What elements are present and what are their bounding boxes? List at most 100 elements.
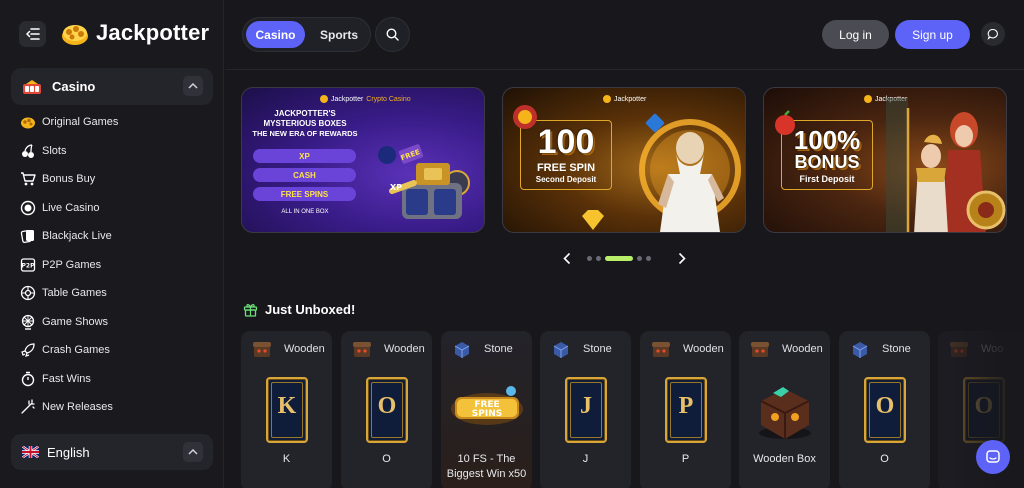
sparkle-icon (20, 399, 36, 415)
sidebar-item-blackjack-live[interactable]: Blackjack Live (20, 222, 215, 251)
svg-text:XP: XP (390, 183, 402, 192)
sidebar-item-label: Table Games (42, 287, 107, 300)
casino-icon (23, 79, 41, 94)
sidebar-item-label: P2P Games (42, 258, 102, 271)
sidebar-item-fast-wins[interactable]: Fast Wins (20, 365, 215, 394)
casino-collapse-button[interactable] (183, 76, 203, 96)
cherries-icon (20, 143, 36, 159)
tab-sports[interactable]: Sports (309, 21, 369, 48)
banner-pill-cash: CASH (253, 168, 356, 182)
chevron-right-icon (678, 252, 686, 264)
sidebar-item-live-casino[interactable]: Live Casino (20, 194, 215, 223)
just-unboxed-heading: Just Unboxed! (243, 302, 355, 317)
gold-gem-icon (582, 210, 604, 230)
banner-mysterious-boxes[interactable]: Jackpotter Crypto Casino JACKPOTTER'S MY… (241, 87, 485, 233)
unboxed-card[interactable]: Wooden P P (640, 331, 731, 488)
tarot-card-icon: P (665, 377, 707, 443)
bonus-line-1: BONUS (794, 152, 860, 172)
signup-button[interactable]: Sign up (895, 20, 970, 49)
carousel-dot[interactable] (587, 256, 592, 261)
carousel-dot[interactable] (646, 256, 651, 261)
sidebar-item-label: Crash Games (42, 344, 110, 357)
original-games-icon (20, 114, 36, 130)
tarot-card-icon: K (266, 377, 308, 443)
carousel-prev-button[interactable] (560, 251, 574, 265)
box-type-label: Wooden (384, 343, 425, 355)
sidebar-item-bonus-buy[interactable]: Bonus Buy (20, 165, 215, 194)
brand-logo[interactable]: Jackpotter (60, 18, 209, 48)
sidebar-item-crash-games[interactable]: Crash Games (20, 336, 215, 365)
unboxed-cards-row: Wooden K K Wooden O O Stone FREE SPINS 1… (241, 331, 1024, 488)
box-type-label: Wooden (683, 343, 724, 355)
wooden-box-icon (950, 342, 968, 357)
sidebar-item-original-games[interactable]: Original Games (20, 108, 215, 137)
brand-mini-logo-icon (603, 95, 611, 103)
free-spins-prize-icon: FREE SPINS (451, 386, 523, 425)
wooden-box-icon (353, 342, 371, 357)
search-icon (386, 28, 399, 41)
sidebar-item-label: Fast Wins (42, 372, 91, 385)
unboxed-card[interactable]: Wooden O O (341, 331, 432, 488)
stone-box-icon (454, 342, 470, 358)
brand-mini-logo-icon (320, 95, 328, 103)
svg-text:P2P: P2P (22, 262, 36, 269)
wooden-box-icon (751, 342, 769, 357)
warrior-women-icon (886, 98, 1006, 232)
banner-bonus-first-deposit[interactable]: Jackpotter 100% BONUS First Deposit (763, 87, 1007, 233)
live-icon (20, 200, 36, 216)
box-type-label: Stone (583, 343, 612, 355)
treasure-chest-icon: FREE XP (378, 144, 470, 219)
tarot-card-icon: O (366, 377, 408, 443)
carousel-dot[interactable] (596, 256, 601, 261)
prize-name: 10 FS - The Biggest Win x50 (446, 453, 527, 480)
menu-toggle-button[interactable] (19, 21, 46, 47)
carousel-next-button[interactable] (675, 251, 689, 265)
search-button[interactable] (375, 17, 410, 52)
sidebar-item-slots[interactable]: Slots (20, 137, 215, 166)
carousel-dot[interactable] (637, 256, 642, 261)
sidebar-item-p2p-games[interactable]: P2P P2P Games (20, 251, 215, 280)
chevron-up-icon (188, 449, 198, 455)
casino-nav-list: Original Games Slots Bonus Buy Live Casi… (20, 108, 215, 422)
stone-box-icon (852, 342, 868, 358)
unboxed-card[interactable]: Stone FREE SPINS 10 FS - The Biggest Win… (441, 331, 532, 488)
sidebar-item-label: Game Shows (42, 315, 109, 328)
cards-icon (20, 228, 36, 244)
wooden-box-icon (253, 342, 271, 357)
banner-free-spin-second-deposit[interactable]: Jackpotter 100 FREE SPIN Second Deposit (502, 87, 746, 233)
wooden-box-icon (652, 342, 670, 357)
banner-headline: JACKPOTTER'S MYSTERIOUS BOXES THE NEW ER… (252, 109, 358, 138)
sidebar-item-new-releases[interactable]: New Releases (20, 393, 215, 422)
roulette-icon (20, 285, 36, 301)
box-type-label: Wooden (284, 343, 325, 355)
support-chat-button[interactable] (976, 440, 1010, 474)
language-expand-button[interactable] (183, 442, 203, 462)
sidebar-item-table-games[interactable]: Table Games (20, 279, 215, 308)
carousel-dot-active[interactable] (605, 256, 633, 261)
sidebar-item-game-shows[interactable]: Game Shows (20, 308, 215, 337)
banner-brand: Jackpotter (603, 95, 646, 103)
unboxed-card[interactable]: Wooden Wooden Box (739, 331, 830, 488)
casino-category-header[interactable]: Casino (11, 68, 213, 105)
box-type-label: Stone (882, 343, 911, 355)
svg-text:SPINS: SPINS (472, 409, 502, 419)
banner-footer: ALL IN ONE BOX (281, 209, 329, 215)
banner-pill-free-spins: FREE SPINS (253, 187, 356, 201)
language-selector[interactable]: English (11, 434, 213, 470)
chat-bubble-icon (987, 28, 998, 40)
prize-name: K (282, 453, 291, 465)
unboxed-card[interactable]: Stone J J (540, 331, 631, 488)
tarot-card-icon: O (963, 377, 1005, 443)
tarot-card-icon: J (565, 377, 607, 443)
box-type-label: Wooden (782, 343, 823, 355)
unboxed-card[interactable]: Stone O O (839, 331, 930, 488)
sidebar-item-label: Bonus Buy (42, 173, 96, 186)
sidebar-item-label: Live Casino (42, 201, 100, 214)
unboxed-card[interactable]: Wooden K K (241, 331, 332, 488)
tab-casino[interactable]: Casino (246, 21, 305, 48)
bonus-line-2: Second Deposit (535, 175, 597, 184)
banner-pill-xp: XP (253, 149, 356, 163)
login-button[interactable]: Log in (822, 20, 889, 49)
chat-button[interactable] (981, 22, 1005, 46)
tarot-card-icon: O (864, 377, 906, 443)
